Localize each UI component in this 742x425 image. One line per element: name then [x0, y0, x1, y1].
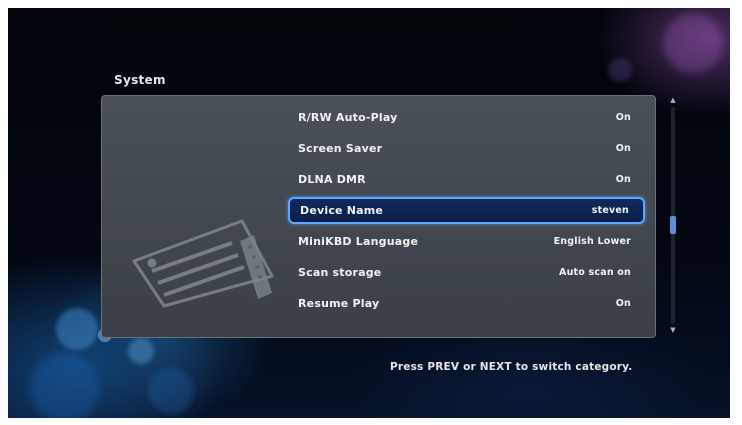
setting-row-dlna-dmr[interactable]: DLNA DMR On	[288, 164, 645, 195]
setting-label: Device Name	[300, 204, 384, 217]
settings-panel: R/RW Auto-Play On Screen Saver On DLNA D…	[101, 95, 656, 338]
category-title: System	[114, 73, 166, 87]
setting-row-resume-play[interactable]: Resume Play On	[288, 288, 645, 319]
setting-value: On	[615, 143, 631, 154]
bokeh-light	[30, 353, 100, 418]
bokeh-light	[148, 368, 194, 414]
setting-value: Auto scan on	[559, 267, 631, 278]
scroll-thumb[interactable]	[670, 216, 676, 235]
setting-row-screen-saver[interactable]: Screen Saver On	[288, 133, 645, 164]
bokeh-light	[56, 308, 98, 350]
settings-list: R/RW Auto-Play On Screen Saver On DLNA D…	[288, 102, 645, 319]
setting-value: English Lower	[553, 236, 631, 247]
setting-label: Screen Saver	[298, 142, 383, 155]
media-player-remote-icon	[132, 219, 274, 308]
setting-label: MiniKBD Language	[298, 235, 419, 248]
setting-value: On	[615, 112, 631, 123]
setting-value: steven	[591, 205, 629, 216]
bokeh-light	[608, 58, 632, 82]
setting-label: Scan storage	[298, 266, 382, 279]
bokeh-light	[128, 338, 154, 364]
setting-row-device-name[interactable]: Device Name steven	[288, 197, 645, 224]
setting-row-minikbd-language[interactable]: MiniKBD Language English Lower	[288, 226, 645, 257]
setting-label: DLNA DMR	[298, 173, 366, 186]
scroll-up-arrow-icon[interactable]: ▲	[670, 97, 676, 104]
setting-row-scan-storage[interactable]: Scan storage Auto scan on	[288, 257, 645, 288]
settings-scrollbar[interactable]: ▲ ▼	[669, 97, 677, 334]
scroll-down-arrow-icon[interactable]: ▼	[670, 327, 676, 334]
setting-label: Resume Play	[298, 297, 380, 310]
setting-label: R/RW Auto-Play	[298, 111, 398, 124]
bokeh-light	[663, 13, 723, 73]
setting-value: On	[615, 174, 631, 185]
setting-value: On	[615, 298, 631, 309]
navigation-hint: Press PREV or NEXT to switch category.	[390, 361, 633, 373]
setting-row-r-rw-auto-play[interactable]: R/RW Auto-Play On	[288, 102, 645, 133]
